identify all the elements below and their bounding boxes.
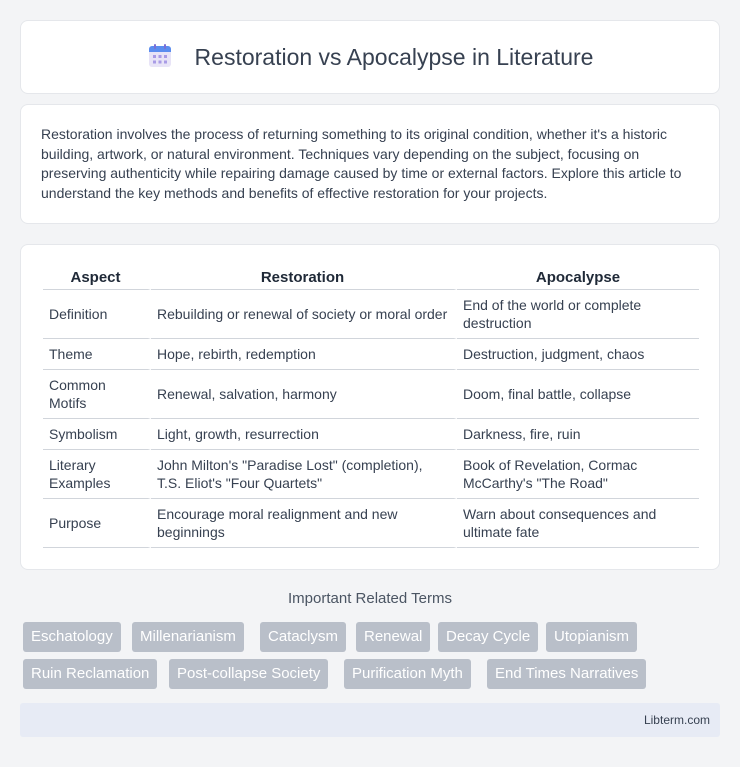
cell-aspect: Literary Examples bbox=[43, 450, 151, 499]
footer: Libterm.com bbox=[20, 703, 720, 737]
cell-restoration: Encourage moral realignment and new begi… bbox=[151, 499, 457, 548]
tag-ruin-reclamation[interactable]: Ruin Reclamation bbox=[23, 659, 158, 689]
table-row: Definition Rebuilding or renewal of soci… bbox=[43, 290, 699, 339]
cell-restoration: Light, growth, resurrection bbox=[151, 419, 457, 450]
tag-decay-cycle[interactable]: Decay Cycle bbox=[438, 622, 539, 652]
cell-restoration: Rebuilding or renewal of society or mora… bbox=[151, 290, 457, 339]
calendar-icon bbox=[148, 44, 171, 67]
tag-eschatology[interactable]: Eschatology bbox=[23, 622, 121, 652]
cell-apocalypse: Darkness, fire, ruin bbox=[457, 419, 699, 450]
cell-restoration: Hope, rebirth, redemption bbox=[151, 339, 457, 370]
table-row: Symbolism Light, growth, resurrection Da… bbox=[43, 419, 699, 450]
cell-aspect: Theme bbox=[43, 339, 151, 370]
cell-restoration: Renewal, salvation, harmony bbox=[151, 370, 457, 419]
cell-aspect: Purpose bbox=[43, 499, 151, 548]
footer-site-link[interactable]: Libterm.com bbox=[644, 713, 710, 727]
cell-aspect: Definition bbox=[43, 290, 151, 339]
header-aspect: Aspect bbox=[43, 265, 151, 290]
tag-post-collapse-society[interactable]: Post-collapse Society bbox=[169, 659, 329, 689]
cell-apocalypse: Doom, final battle, collapse bbox=[457, 370, 699, 419]
cell-apocalypse: End of the world or complete destruction bbox=[457, 290, 699, 339]
cell-apocalypse: Warn about consequences and ultimate fat… bbox=[457, 499, 699, 548]
intro-text: Restoration involves the process of retu… bbox=[41, 126, 682, 201]
header-restoration: Restoration bbox=[151, 265, 457, 290]
comparison-table: Aspect Restoration Apocalypse Definition… bbox=[43, 265, 699, 548]
cell-restoration: John Milton's "Paradise Lost" (completio… bbox=[151, 450, 457, 499]
tag-end-times-narratives[interactable]: End Times Narratives bbox=[487, 659, 647, 689]
tag-utopianism[interactable]: Utopianism bbox=[546, 622, 638, 652]
page-title: Restoration vs Apocalypse in Literature bbox=[194, 43, 594, 70]
tag-millenarianism[interactable]: Millenarianism bbox=[132, 622, 244, 652]
intro-card: Restoration involves the process of retu… bbox=[20, 104, 720, 224]
header-card: Restoration vs Apocalypse in Literature bbox=[20, 20, 720, 94]
tag-renewal[interactable]: Renewal bbox=[356, 622, 431, 652]
cell-aspect: Common Motifs bbox=[43, 370, 151, 419]
cell-apocalypse: Book of Revelation, Cormac McCarthy's "T… bbox=[457, 450, 699, 499]
related-terms-title: Important Related Terms bbox=[288, 590, 452, 607]
table-header-row: Aspect Restoration Apocalypse bbox=[43, 265, 699, 290]
cell-apocalypse: Destruction, judgment, chaos bbox=[457, 339, 699, 370]
table-row: Literary Examples John Milton's "Paradis… bbox=[43, 450, 699, 499]
tag-cataclysm[interactable]: Cataclysm bbox=[260, 622, 347, 652]
header-apocalypse: Apocalypse bbox=[457, 265, 699, 290]
tag-purification-myth[interactable]: Purification Myth bbox=[344, 659, 471, 689]
cell-aspect: Symbolism bbox=[43, 419, 151, 450]
table-row: Common Motifs Renewal, salvation, harmon… bbox=[43, 370, 699, 419]
comparison-table-card: Aspect Restoration Apocalypse Definition… bbox=[20, 244, 720, 570]
table-row: Purpose Encourage moral realignment and … bbox=[43, 499, 699, 548]
table-row: Theme Hope, rebirth, redemption Destruct… bbox=[43, 339, 699, 370]
